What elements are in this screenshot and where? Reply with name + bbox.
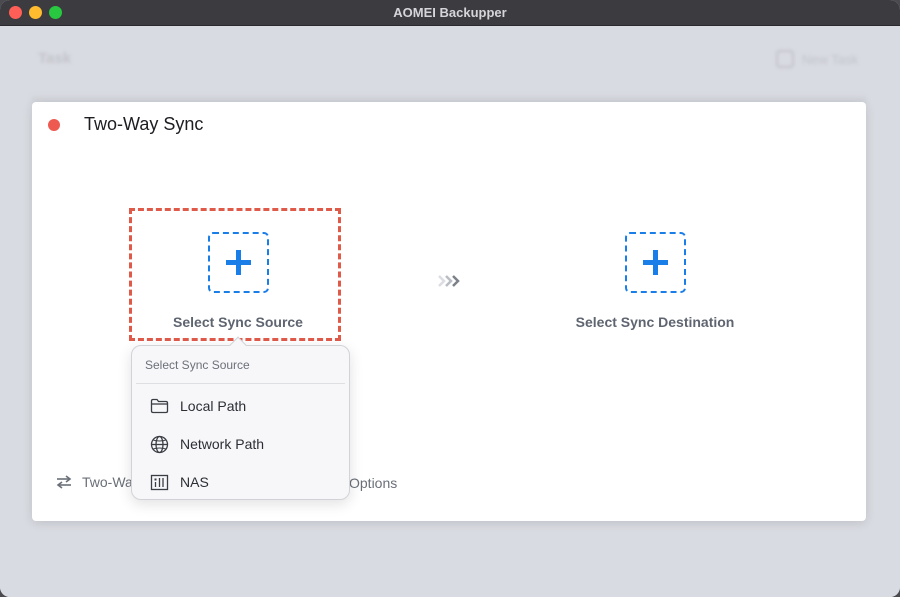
menu-item-label: Network Path [180, 436, 265, 452]
menu-item-local-path[interactable]: Local Path [132, 391, 349, 421]
sync-mode-row[interactable]: Two-Wa [56, 474, 133, 490]
new-task-icon [775, 50, 794, 68]
nas-icon [150, 474, 169, 490]
menu-item-nas[interactable]: NAS [132, 467, 349, 497]
menu-divider [136, 383, 345, 384]
options-link[interactable]: Options [349, 475, 397, 491]
direction-arrows-icon [438, 275, 460, 287]
menu-header: Select Sync Source [145, 358, 250, 372]
menu-item-label: NAS [180, 474, 209, 490]
swap-arrows-icon [56, 475, 72, 489]
window-title: AOMEI Backupper [393, 5, 507, 20]
globe-icon [150, 435, 169, 453]
menu-item-label: Local Path [180, 398, 247, 414]
background-page-title: Task [38, 50, 72, 67]
folder-icon [150, 398, 169, 414]
select-sync-destination-button[interactable] [625, 232, 686, 293]
plus-icon [226, 250, 251, 275]
dialog-title: Two-Way Sync [84, 114, 204, 134]
sync-source-label[interactable]: Select Sync Source [129, 314, 347, 330]
app-window: AOMEI Backupper Task New Task Two-Way Sy… [0, 0, 900, 597]
plus-icon [643, 250, 668, 275]
dialog-close-button[interactable] [48, 119, 60, 131]
menu-item-network-path[interactable]: Network Path [132, 429, 349, 459]
sync-destination-label[interactable]: Select Sync Destination [555, 314, 755, 330]
select-sync-source-button[interactable] [208, 232, 269, 293]
title-bar: AOMEI Backupper [0, 0, 900, 26]
new-task-label: New Task [801, 51, 858, 67]
background-new-task-button: New Task [775, 50, 858, 68]
sync-source-menu: Select Sync Source Local Path Network Pa… [131, 336, 350, 500]
sync-mode-text: Two-Wa [82, 474, 133, 490]
